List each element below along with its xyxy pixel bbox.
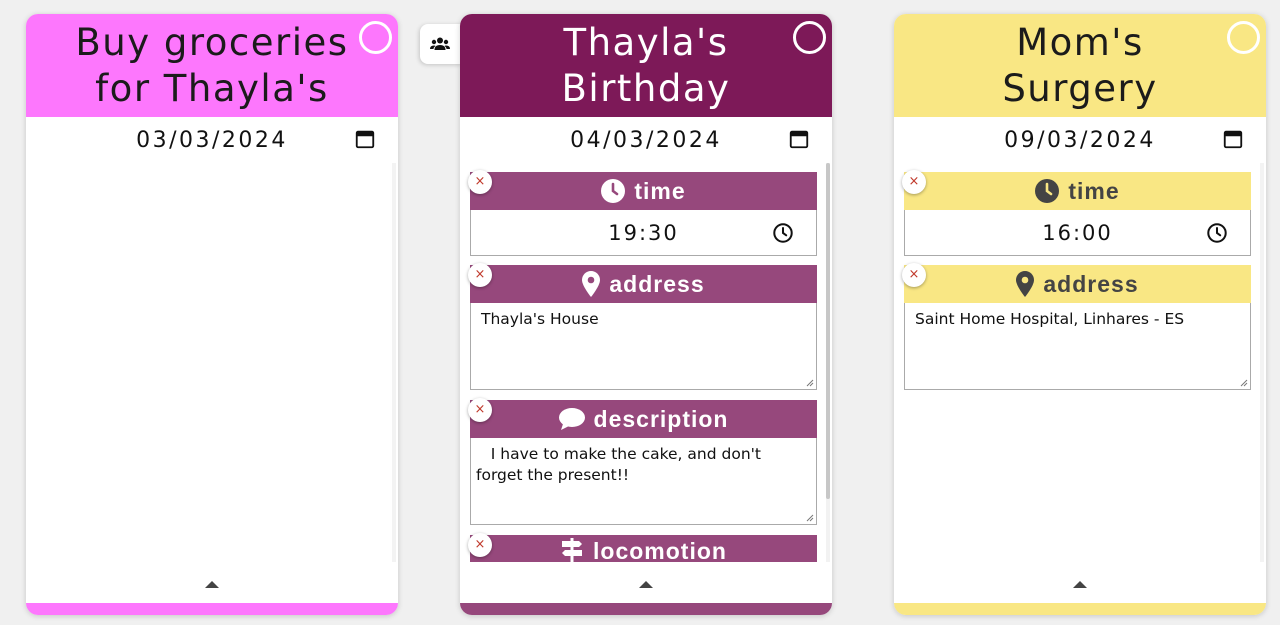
users-icon xyxy=(430,37,450,50)
field-header: time xyxy=(470,172,817,210)
date-field[interactable]: 09/03/2024 xyxy=(894,117,1266,163)
field-header: address xyxy=(470,265,817,303)
task-card-birthday: Thayla's Birthday 04/03/2024 time 19:30 xyxy=(460,14,832,615)
date-value: 04/03/2024 xyxy=(570,127,722,153)
comment-icon xyxy=(558,408,585,430)
card-color-bar xyxy=(460,603,832,615)
field-label: description xyxy=(593,405,729,432)
scrollbar-thumb[interactable] xyxy=(826,163,830,499)
time-input[interactable]: 16:00 xyxy=(904,210,1251,256)
description-textarea[interactable]: I have to make the cake, and don't forge… xyxy=(470,438,817,525)
clock-icon[interactable] xyxy=(1206,222,1228,244)
card-title[interactable]: Mom's Surgery xyxy=(1002,20,1157,112)
remove-field-button[interactable]: × xyxy=(468,398,492,422)
caret-up-icon[interactable] xyxy=(639,580,653,588)
address-value: Thayla's House xyxy=(481,310,599,328)
field-label: time xyxy=(1068,177,1120,204)
locomotion-field: locomotion × xyxy=(468,533,817,562)
time-value: 19:30 xyxy=(608,220,679,245)
remove-field-button[interactable]: × xyxy=(902,263,926,287)
signs-icon xyxy=(562,538,583,562)
time-field: time 19:30 × xyxy=(468,170,817,256)
field-header: description xyxy=(470,400,817,438)
field-label: locomotion xyxy=(593,538,727,562)
time-value: 16:00 xyxy=(1042,220,1113,245)
date-value: 09/03/2024 xyxy=(1004,127,1156,153)
field-header: locomotion xyxy=(470,535,817,562)
complete-toggle[interactable] xyxy=(793,21,826,54)
complete-toggle[interactable] xyxy=(1227,21,1260,54)
complete-toggle[interactable] xyxy=(359,21,392,54)
card-footer xyxy=(26,562,398,603)
map-pin-icon xyxy=(1016,271,1035,297)
address-textarea[interactable]: Thayla's House xyxy=(470,303,817,390)
remove-field-button[interactable]: × xyxy=(468,533,492,557)
task-card-groceries: Buy groceries for Thayla's 03/03/2024 xyxy=(26,14,398,615)
card-title-line2: Surgery xyxy=(1002,66,1158,110)
time-field: time 16:00 × xyxy=(902,170,1251,256)
card-body: time 19:30 × address Thayla's House × de… xyxy=(460,163,832,562)
card-title-line1: Mom's xyxy=(1016,20,1144,64)
field-label: time xyxy=(634,177,686,204)
description-value: I have to make the cake, and don't forge… xyxy=(476,445,766,484)
map-pin-icon xyxy=(582,271,601,297)
calendar-icon[interactable] xyxy=(1222,128,1244,150)
share-button[interactable] xyxy=(420,24,462,64)
clock-filled-icon xyxy=(601,179,626,203)
address-value: Saint Home Hospital, Linhares - ES xyxy=(915,310,1185,328)
resize-grip-icon[interactable] xyxy=(805,378,814,387)
description-field: description I have to make the cake, and… xyxy=(468,398,817,525)
date-value: 03/03/2024 xyxy=(136,127,288,153)
card-body xyxy=(26,163,398,562)
date-field[interactable]: 04/03/2024 xyxy=(460,117,832,163)
field-label: address xyxy=(1043,270,1139,297)
remove-field-button[interactable]: × xyxy=(468,170,492,194)
card-body: time 16:00 × address Saint Home Hospital… xyxy=(894,163,1266,562)
date-field[interactable]: 03/03/2024 xyxy=(26,117,398,163)
scrollbar-track[interactable] xyxy=(826,163,830,562)
card-footer xyxy=(894,562,1266,603)
card-header: Buy groceries for Thayla's xyxy=(26,14,398,117)
card-title-line2: Birthday xyxy=(561,66,731,110)
field-label: address xyxy=(609,270,705,297)
card-header: Mom's Surgery xyxy=(894,14,1266,117)
calendar-icon[interactable] xyxy=(354,128,376,150)
remove-field-button[interactable]: × xyxy=(468,263,492,287)
resize-grip-icon[interactable] xyxy=(805,513,814,522)
time-input[interactable]: 19:30 xyxy=(470,210,817,256)
caret-up-icon[interactable] xyxy=(205,580,219,588)
card-header: Thayla's Birthday xyxy=(460,14,832,117)
field-header: address xyxy=(904,265,1251,303)
field-header: time xyxy=(904,172,1251,210)
card-footer xyxy=(460,562,832,603)
address-field: address Thayla's House × xyxy=(468,263,817,390)
address-field: address Saint Home Hospital, Linhares - … xyxy=(902,263,1251,390)
clock-icon[interactable] xyxy=(772,222,794,244)
scrollbar-track[interactable] xyxy=(392,163,396,562)
scrollbar-track[interactable] xyxy=(1260,163,1264,562)
card-title-line1: Thayla's xyxy=(563,20,729,64)
address-textarea[interactable]: Saint Home Hospital, Linhares - ES xyxy=(904,303,1251,390)
caret-up-icon[interactable] xyxy=(1073,580,1087,588)
resize-grip-icon[interactable] xyxy=(1239,378,1248,387)
card-title-line2: for Thayla's xyxy=(95,66,329,110)
calendar-icon[interactable] xyxy=(788,128,810,150)
remove-field-button[interactable]: × xyxy=(902,170,926,194)
card-title[interactable]: Thayla's Birthday xyxy=(562,20,731,112)
card-title-line1: Buy groceries xyxy=(75,20,349,64)
card-color-bar xyxy=(894,603,1266,615)
clock-filled-icon xyxy=(1035,179,1060,203)
card-title[interactable]: Buy groceries for Thayla's xyxy=(75,20,348,112)
card-color-bar xyxy=(26,603,398,615)
task-card-surgery: Mom's Surgery 09/03/2024 time 16:00 × ad… xyxy=(894,14,1266,615)
